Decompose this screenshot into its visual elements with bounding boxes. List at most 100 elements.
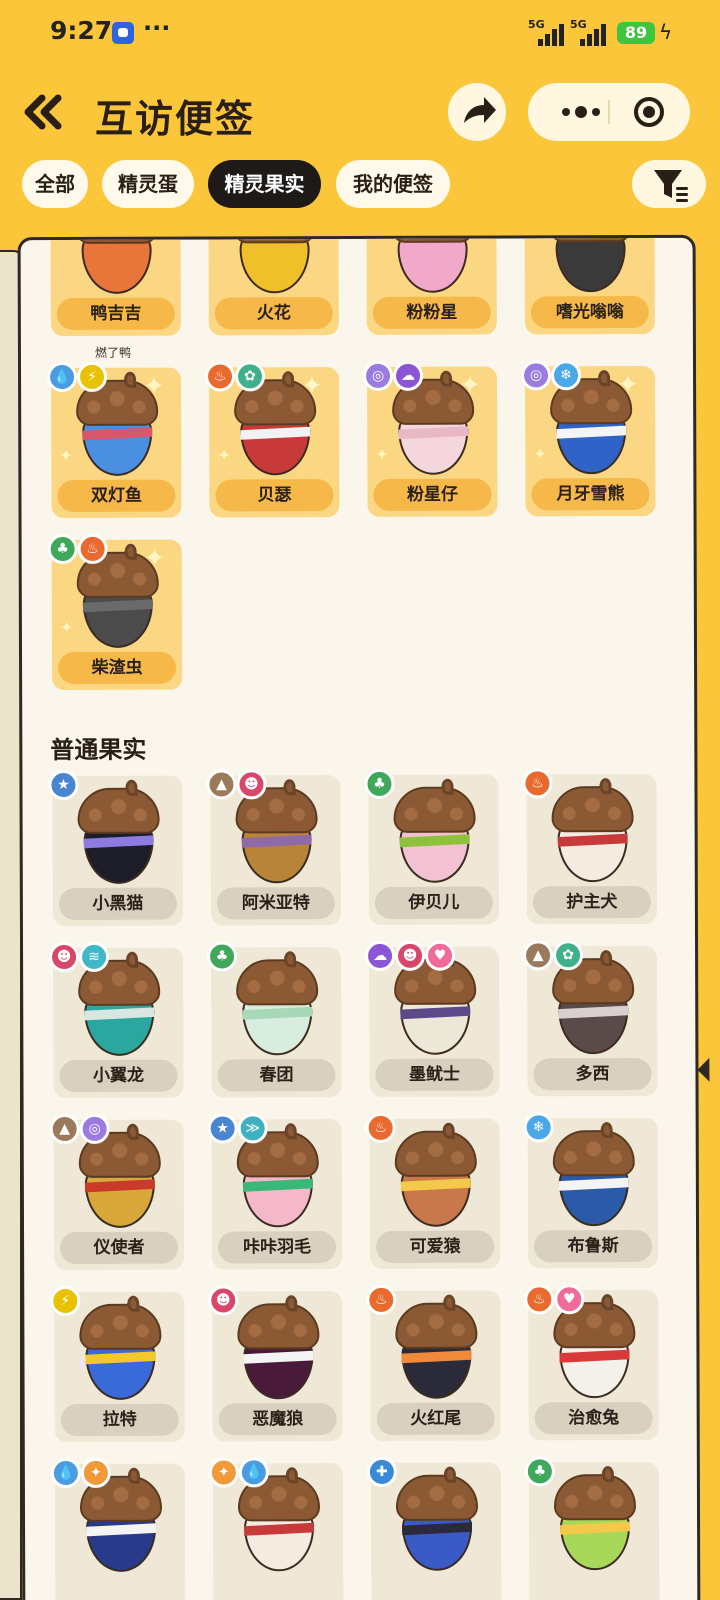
note-tag: 燃了鸭 [94,345,132,360]
acorn-fruit-icon [234,371,317,477]
tab-spirit-fruits[interactable]: 精灵果实 [208,160,321,208]
fruit-card[interactable]: ▲ ✿ 多西 [523,940,658,1097]
charging-icon: ϟ [659,20,673,44]
fruit-name-label: 布鲁斯 [534,1229,653,1263]
tab-spirit-eggs[interactable]: 精灵蛋 [102,160,194,208]
network-type-label: 5G [528,18,545,31]
fruit-card[interactable]: ✚ [366,1456,502,1600]
light-type-icon: ✦ [208,1457,239,1488]
section-title-normal-fruits: 普通果实 [50,735,147,765]
fruit-name-label: 护主犬 [532,885,651,919]
fruit-card[interactable]: ✦ ✦ ♣ ♨ 柴渣虫 [47,533,183,691]
acorn-fruit-icon [553,1294,636,1400]
tab-all[interactable]: 全部 [22,160,88,208]
fruit-card[interactable]: ✦ ✦ ◎ ☁ 粉星仔 [362,360,498,517]
fruit-card[interactable]: ♨ 火红尾 [366,1284,501,1441]
fruit-name-label: 春团 [217,1059,336,1092]
grass-type-icon: ♣ [47,533,78,565]
fire-type-icon: ♨ [77,533,108,564]
acorn-fruit-icon [235,779,318,885]
acorn-fruit-icon [76,543,159,650]
fruit-card[interactable]: ☻ ≋ 小翼龙 [49,941,184,1099]
fruit-name-label: 贝瑟 [215,479,334,512]
fruit-name-label: 嗜光嗡嗡 [530,295,649,329]
fruit-card[interactable]: ▲ ◎ 仪使者 [49,1113,185,1271]
battery-icon: 89 [617,22,655,44]
fruit-card[interactable]: ✦ 💧 [208,1457,344,1600]
fruit-card[interactable]: 粉粉星 [366,237,497,335]
fruit-card[interactable]: ♨ ♥ 治愈兔 [524,1284,659,1441]
fruit-card[interactable]: ★ ≫ 咔咔羽毛 [207,1113,343,1270]
fruit-name-label: 恶魔狼 [218,1403,337,1436]
fire-type-icon: ♨ [204,361,236,392]
acorn-fruit-icon [395,1294,478,1401]
fruit-card[interactable]: 火花 [208,237,339,336]
tab-my-notes[interactable]: 我的便签 [336,160,450,208]
fruit-card[interactable]: ♨ 护主犬 [522,768,657,925]
acorn-fruit-icon [236,951,319,1057]
acorn-fruit-icon [552,1122,635,1228]
filter-button[interactable] [632,160,706,208]
fruit-card[interactable]: ⚡ 拉特 [50,1285,185,1443]
share-button[interactable] [448,83,506,141]
fruit-name-label: 鸭吉吉 [56,297,175,331]
acorn-fruit-icon [237,1295,320,1401]
sparkle-icon: ✦ [59,445,73,466]
fruit-card[interactable]: ☁ ☻ ♥ 墨鱿士 [365,940,500,1097]
fruit-card[interactable]: ❄ 布鲁斯 [523,1112,659,1269]
fruit-card[interactable]: ▲ ☻ 阿米亚特 [206,769,341,926]
fruit-card[interactable]: ✦ ✦ ♨ ✿ 贝瑟 [204,361,340,518]
fruit-name-label: 仪使者 [60,1231,179,1265]
earth-type-icon: ▲ [49,1113,80,1145]
evil-type-icon: ☻ [236,769,267,800]
acorn-fruit-icon [77,779,160,886]
fruit-card[interactable]: ★ 小黑猫 [48,769,183,927]
notes-paper: 燃了鸭 普通果实 鸭吉吉 火花 粉粉星 嗜光嗡嗡 ✦ ✦ 💧 ⚡ 双灯鱼 ✦ ✦ ♨ ✿ 贝瑟 ✦ ✦ ◎ ☁ 粉星… [17,234,701,1600]
fruit-card[interactable]: ♣ [524,1456,660,1600]
ice-type-icon: ❄ [550,360,582,391]
close-miniprogram-icon[interactable] [634,97,664,127]
sparkle-icon: ✦ [59,617,74,638]
flower-type-icon: ✿ [553,940,584,971]
fruit-card[interactable]: ♨ 可爱猿 [365,1112,501,1269]
fruit-name-label: 双灯鱼 [57,479,176,513]
ghost-type-icon: ☁ [365,940,396,971]
signal-icon-2: 5G [570,18,606,46]
fruit-card[interactable]: ♣ 伊贝儿 [364,768,499,925]
mini-program-capsule [528,83,690,141]
fruit-name-label: 伊贝儿 [374,886,493,919]
fruit-name-label: 咔咔羽毛 [218,1231,337,1264]
water-type-icon: 💧 [46,361,78,393]
back-button[interactable] [20,88,68,136]
acorn-fruit-icon [79,1295,162,1402]
fruit-card[interactable]: ✦ ✦ 💧 ⚡ 双灯鱼 [46,361,182,519]
normal-type-icon: ★ [48,769,79,801]
fruit-name-label: 月牙雪熊 [531,477,650,511]
fruit-card[interactable]: 嗜光嗡嗡 [524,237,655,335]
acorn-fruit-icon [76,371,159,478]
acorn-fruit-icon [78,951,161,1058]
fire-type-icon: ♨ [366,1284,397,1315]
fruit-name-label: 拉特 [60,1403,179,1437]
grass-type-icon: ♣ [364,768,395,799]
more-icon[interactable] [556,99,606,125]
electric-type-icon: ⚡ [76,361,108,392]
app-notification-icon [112,22,134,44]
acorn-fruit-icon [394,1122,477,1229]
earth-type-icon: ▲ [523,940,554,971]
wind-type-icon: ≋ [79,941,110,972]
grass-type-icon: ♣ [207,941,238,972]
fruit-name-label: 小翼龙 [59,1059,178,1093]
fruit-card[interactable]: 💧 ✦ [50,1457,186,1600]
electric-type-icon: ⚡ [50,1285,81,1317]
fruit-card[interactable]: ✦ ✦ ◎ ❄ 月牙雪熊 [520,360,656,517]
fruit-card[interactable]: ☻ 恶魔狼 [208,1285,343,1442]
fruit-name-label: 柴渣虫 [58,651,177,685]
page-title: 互访便签 [95,97,256,141]
fruit-card[interactable]: 鸭吉吉 [50,237,181,337]
evil-type-icon: ☻ [49,941,80,973]
fruit-card[interactable]: ♣ 春团 [207,941,342,1098]
acorn-fruit-icon [237,1467,321,1573]
acorn-fruit-icon [395,1466,479,1573]
flower-type-icon: ✿ [234,361,266,392]
